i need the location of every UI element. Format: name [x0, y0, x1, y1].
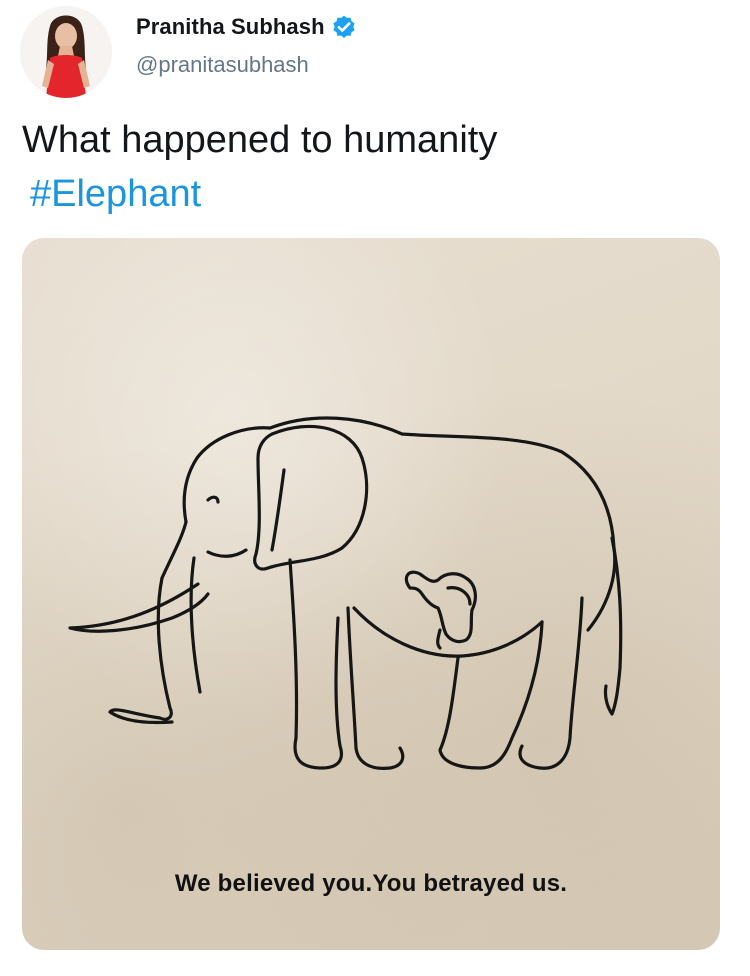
- display-name[interactable]: Pranitha Subhash: [136, 14, 325, 40]
- avatar-image: [20, 6, 112, 98]
- user-handle[interactable]: @pranitasubhash: [136, 52, 309, 78]
- verified-badge-icon: [333, 15, 355, 38]
- avatar[interactable]: [20, 6, 112, 98]
- tweet-header: Pranitha Subhash @pranitasubhash: [0, 0, 750, 110]
- image-caption: We believed you.You betrayed us.: [174, 870, 568, 897]
- hashtag-link[interactable]: #Elephant: [30, 170, 201, 218]
- tweet-text: What happened to humanity: [22, 119, 498, 161]
- elephant-illustration: [68, 416, 623, 770]
- tweet-media[interactable]: We believed you.You betrayed us.: [22, 238, 720, 950]
- name-row: Pranitha Subhash: [136, 14, 357, 40]
